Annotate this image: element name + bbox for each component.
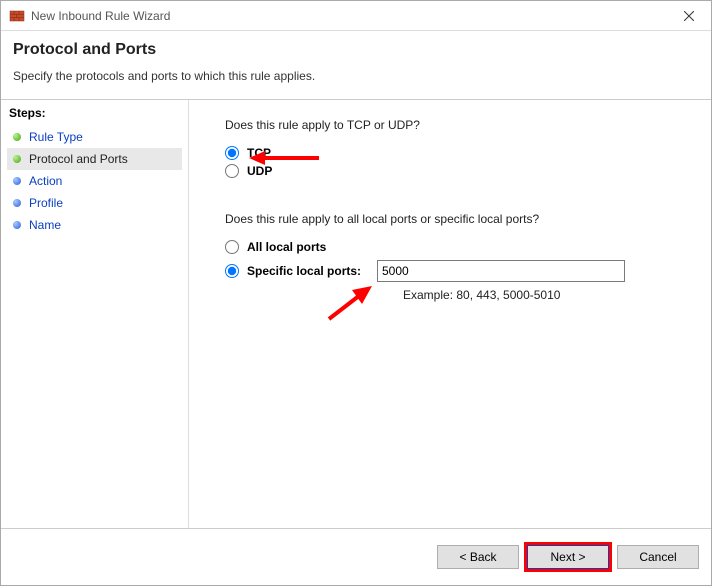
cancel-button[interactable]: Cancel (617, 545, 699, 569)
step-label: Protocol and Ports (29, 152, 128, 166)
specific-ports-input[interactable] (377, 260, 625, 282)
step-protocol-ports[interactable]: Protocol and Ports (7, 148, 182, 170)
udp-label: UDP (247, 164, 272, 178)
page-description: Specify the protocols and ports to which… (13, 69, 699, 83)
back-button[interactable]: < Back (437, 545, 519, 569)
all-ports-option[interactable]: All local ports (225, 240, 687, 254)
step-label: Name (29, 218, 61, 232)
next-button[interactable]: Next > (527, 545, 609, 569)
next-button-label: Next > (550, 550, 585, 564)
close-icon (684, 11, 694, 21)
specific-ports-label: Specific local ports: (247, 264, 361, 278)
all-ports-radio[interactable] (225, 240, 239, 254)
protocol-group: TCP UDP (225, 146, 687, 178)
wizard-window: New Inbound Rule Wizard Protocol and Por… (0, 0, 712, 586)
protocol-question: Does this rule apply to TCP or UDP? (225, 118, 687, 132)
step-bullet-icon (13, 199, 21, 207)
footer: < Back Next > Cancel (1, 529, 711, 585)
steps-panel: Steps: Rule Type Protocol and Ports Acti… (1, 100, 189, 528)
content-panel: Does this rule apply to TCP or UDP? TCP … (189, 100, 711, 528)
step-bullet-icon (13, 221, 21, 229)
step-bullet-icon (13, 133, 21, 141)
ports-group: All local ports Specific local ports: Ex… (225, 240, 687, 302)
step-bullet-icon (13, 155, 21, 163)
step-bullet-icon (13, 177, 21, 185)
step-label: Profile (29, 196, 63, 210)
step-rule-type[interactable]: Rule Type (7, 126, 182, 148)
steps-title: Steps: (9, 106, 180, 120)
tcp-option[interactable]: TCP (225, 146, 687, 160)
specific-ports-radio[interactable] (225, 264, 239, 278)
ports-question: Does this rule apply to all local ports … (225, 212, 687, 226)
step-label: Action (29, 174, 62, 188)
cancel-button-label: Cancel (639, 550, 676, 564)
step-action[interactable]: Action (7, 170, 182, 192)
specific-ports-option[interactable]: Specific local ports: (225, 260, 687, 282)
all-ports-label: All local ports (247, 240, 326, 254)
step-profile[interactable]: Profile (7, 192, 182, 214)
body-row: Steps: Rule Type Protocol and Ports Acti… (1, 99, 711, 529)
firewall-icon (9, 8, 25, 24)
page-title: Protocol and Ports (13, 41, 699, 59)
ports-example: Example: 80, 443, 5000-5010 (403, 288, 687, 302)
udp-radio[interactable] (225, 164, 239, 178)
tcp-label: TCP (247, 146, 271, 160)
back-button-label: < Back (459, 550, 496, 564)
step-name[interactable]: Name (7, 214, 182, 236)
page-header: Protocol and Ports Specify the protocols… (1, 31, 711, 99)
titlebar: New Inbound Rule Wizard (1, 1, 711, 31)
step-label: Rule Type (29, 130, 83, 144)
tcp-radio[interactable] (225, 146, 239, 160)
close-button[interactable] (667, 2, 711, 30)
udp-option[interactable]: UDP (225, 164, 687, 178)
window-title: New Inbound Rule Wizard (31, 9, 667, 23)
